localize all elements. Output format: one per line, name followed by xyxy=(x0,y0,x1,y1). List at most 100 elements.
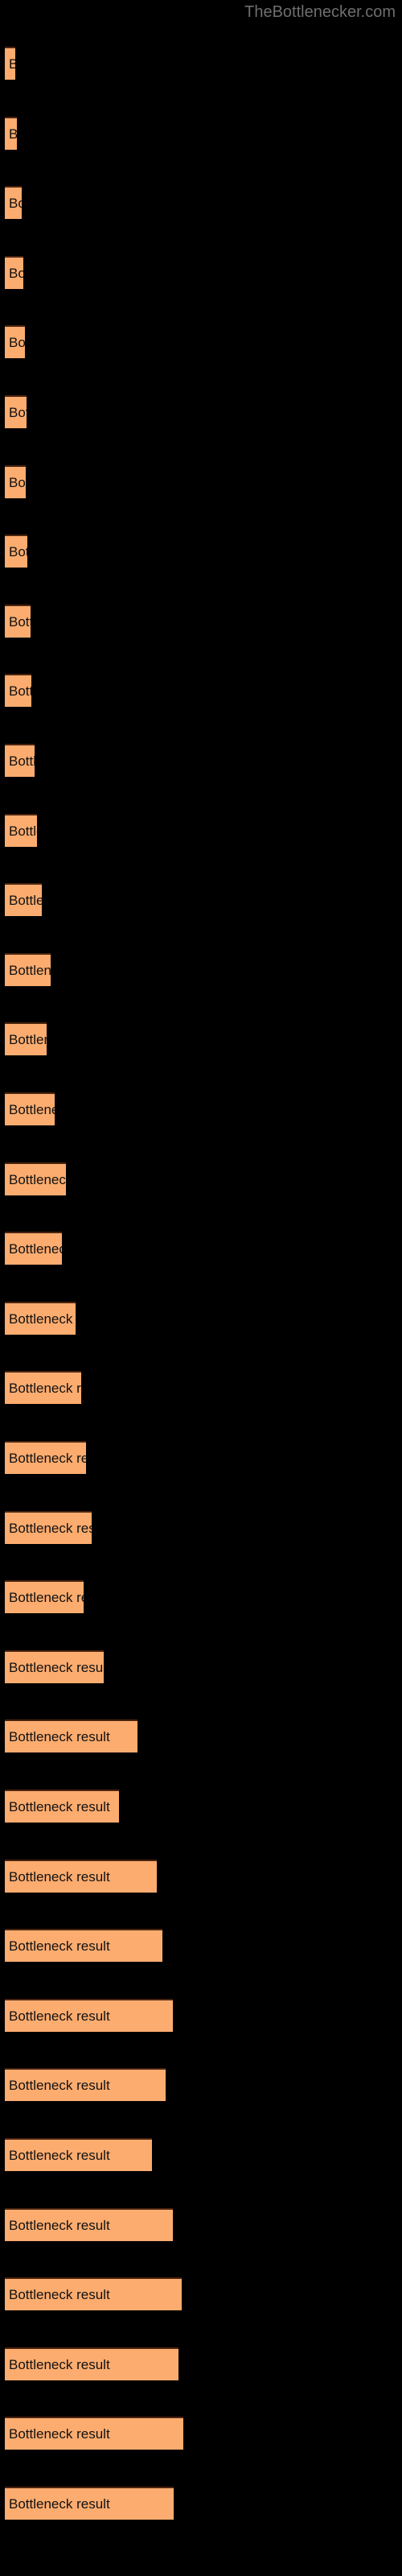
bar-row: Bottleneck result xyxy=(0,1022,402,1056)
bar-label: Bottleneck result xyxy=(9,1102,55,1117)
bar-row: Bottleneck result xyxy=(0,464,402,498)
bar[interactable]: Bottleneck result xyxy=(5,1232,62,1265)
bar-row: Bottleneck result xyxy=(0,1232,402,1265)
bar-label: Bottleneck result xyxy=(9,196,22,212)
bar[interactable]: Bottleneck result xyxy=(5,1998,173,2032)
bar-row: Bottleneck result xyxy=(0,47,402,80)
bar-row: Bottleneck result xyxy=(0,325,402,359)
bar[interactable]: Bottleneck result xyxy=(5,2138,152,2171)
bar-label: Bottleneck result xyxy=(9,1241,62,1257)
bar[interactable]: Bottleneck result xyxy=(5,116,17,150)
bar-label: Bottleneck result xyxy=(9,1799,110,1814)
bar-row: Bottleneck result xyxy=(0,1719,402,1753)
bar-label: Bottleneck result xyxy=(9,474,26,490)
bar-label: Bottleneck result xyxy=(9,1938,110,1955)
bar[interactable]: Bottleneck result xyxy=(5,1859,157,1893)
bar-label: Bottleneck result xyxy=(9,1032,47,1048)
bar[interactable]: Bottleneck result xyxy=(5,1162,66,1195)
bar[interactable]: Bottleneck result xyxy=(5,535,27,568)
bar[interactable]: Bottleneck result xyxy=(5,395,27,428)
bar-row: Bottleneck result xyxy=(0,1441,402,1474)
bar[interactable]: Bottleneck result xyxy=(5,2277,182,2311)
bar-label: Bottleneck result xyxy=(9,1868,110,1885)
bar-label: Bottleneck result xyxy=(9,613,31,630)
bar[interactable]: Bottleneck result xyxy=(5,464,26,498)
bar[interactable]: Bottleneck result xyxy=(5,1649,104,1683)
bar-row: Bottleneck result xyxy=(0,1790,402,1823)
bar[interactable]: Bottleneck result xyxy=(5,1719,137,1753)
bar-row: Bottleneck result xyxy=(0,116,402,150)
bar[interactable]: Bottleneck result xyxy=(5,1371,81,1405)
bar-row: Bottleneck result xyxy=(0,1162,402,1195)
bar-label: Bottleneck result xyxy=(9,335,25,351)
bar-row: Bottleneck result xyxy=(0,1092,402,1125)
bar-row: Bottleneck result xyxy=(0,1371,402,1405)
bar-label: Bottleneck result xyxy=(9,1729,110,1745)
bar[interactable]: Bottleneck result xyxy=(5,2417,183,2450)
bar-row: Bottleneck result xyxy=(0,604,402,638)
bar[interactable]: Bottleneck result xyxy=(5,1441,86,1474)
bar-row: Bottleneck result xyxy=(0,744,402,777)
bar-label: Bottleneck result xyxy=(9,962,51,978)
bar-label: Bottleneck result xyxy=(9,265,23,281)
bar[interactable]: Bottleneck result xyxy=(5,813,37,847)
bar-row: Bottleneck result xyxy=(0,2068,402,2102)
bar-label: Bottleneck result xyxy=(9,2496,110,2512)
bar[interactable]: Bottleneck result xyxy=(5,604,31,638)
bar-label: Bottleneck result xyxy=(9,2287,110,2303)
bar-row: Bottleneck result xyxy=(0,674,402,708)
bar-row: Bottleneck result xyxy=(0,2138,402,2171)
bar-label: Bottleneck result xyxy=(9,1381,81,1397)
bar-label: Bottleneck result xyxy=(9,1590,84,1606)
bar[interactable]: Bottleneck result xyxy=(5,47,15,80)
bar-row: Bottleneck result xyxy=(0,255,402,289)
bar[interactable]: Bottleneck result xyxy=(5,1301,76,1335)
bar-label: Bottleneck result xyxy=(9,2008,110,2024)
bar-row: Bottleneck result xyxy=(0,2207,402,2241)
bar-row: Bottleneck result xyxy=(0,2277,402,2311)
bar-row: Bottleneck result xyxy=(0,535,402,568)
bar[interactable]: Bottleneck result xyxy=(5,952,51,986)
bar-row: Bottleneck result xyxy=(0,1929,402,1963)
bar[interactable]: Bottleneck result xyxy=(5,1929,162,1963)
bar-row: Bottleneck result xyxy=(0,2417,402,2450)
bar-row: Bottleneck result xyxy=(0,2347,402,2380)
bar[interactable]: Bottleneck result xyxy=(5,1092,55,1125)
bar-row: Bottleneck result xyxy=(0,813,402,847)
bar-row: Bottleneck result xyxy=(0,186,402,220)
bar-label: Bottleneck result xyxy=(9,683,31,700)
bar-row: Bottleneck result xyxy=(0,883,402,917)
bar[interactable]: Bottleneck result xyxy=(5,744,35,777)
bar-row: Bottleneck result xyxy=(0,1859,402,1893)
bar[interactable]: Bottleneck result xyxy=(5,1510,92,1544)
bar[interactable]: Bottleneck result xyxy=(5,2207,173,2241)
bottleneck-bar-chart: Bottleneck result Bottleneck result Bottle… xyxy=(0,0,402,2576)
bar-label: Bottleneck result xyxy=(9,1451,86,1466)
bar-label: Bottleneck result xyxy=(9,118,17,150)
bar[interactable]: Bottleneck result xyxy=(5,255,23,289)
bar-label: Bottleneck result xyxy=(9,2217,110,2233)
bar-label: Bottleneck result xyxy=(9,2426,110,2442)
bar[interactable]: Bottleneck result xyxy=(5,186,22,220)
bar-row: Bottleneck result xyxy=(0,952,402,986)
bar[interactable]: Bottleneck result xyxy=(5,1790,119,1823)
bar-label: Bottleneck result xyxy=(9,1659,104,1675)
bar[interactable]: Bottleneck result xyxy=(5,883,42,917)
bar-row: Bottleneck result xyxy=(0,1580,402,1614)
bar[interactable]: Bottleneck result xyxy=(5,1022,47,1056)
bar-row: Bottleneck result xyxy=(0,1301,402,1335)
bar-label: Bottleneck result xyxy=(9,48,15,80)
bar-label: Bottleneck result xyxy=(9,2078,110,2094)
bar[interactable]: Bottleneck result xyxy=(5,674,31,708)
bar[interactable]: Bottleneck result xyxy=(5,2487,174,2520)
bar-label: Bottleneck result xyxy=(9,405,27,420)
bar[interactable]: Bottleneck result xyxy=(5,2068,166,2102)
bar-row: Bottleneck result xyxy=(0,1998,402,2032)
bar[interactable]: Bottleneck result xyxy=(5,1580,84,1614)
bar-label: Bottleneck result xyxy=(9,1171,66,1187)
bar[interactable]: Bottleneck result xyxy=(5,2347,178,2380)
bar-label: Bottleneck result xyxy=(9,2148,110,2163)
bar-row: Bottleneck result xyxy=(0,2487,402,2520)
bar[interactable]: Bottleneck result xyxy=(5,325,25,359)
bar-label: Bottleneck result xyxy=(9,2356,110,2372)
